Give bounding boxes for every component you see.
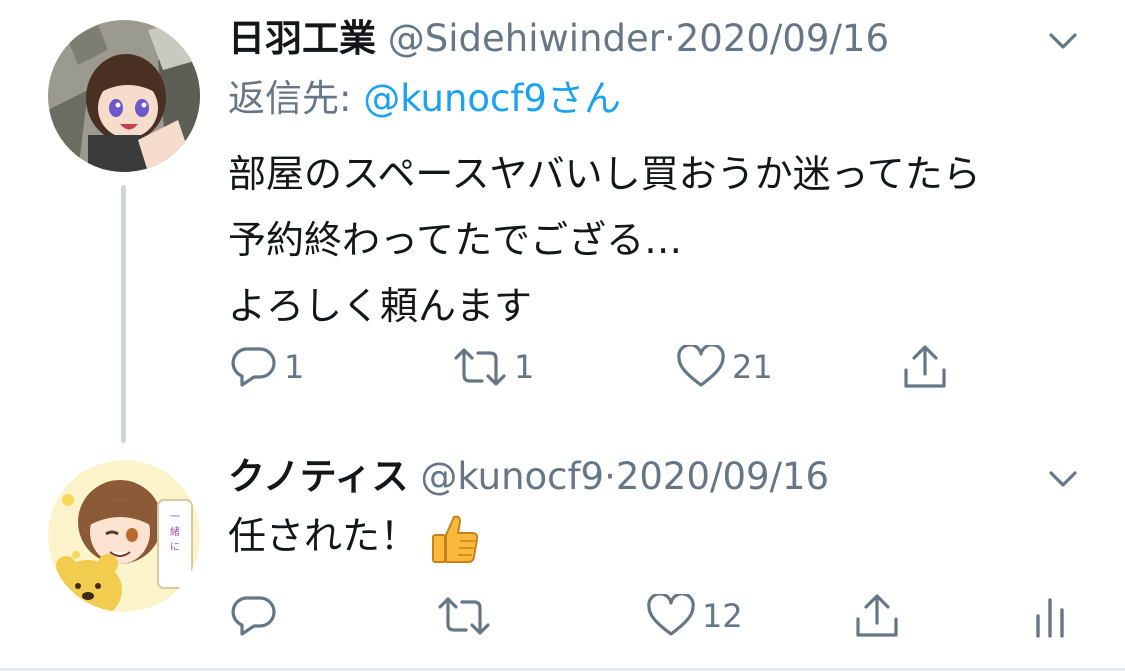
tweet-text-line: よろしく頼んます [228,284,533,328]
like-button[interactable]: 21 [676,345,773,389]
user-handle[interactable]: @Sidehiwinder [388,17,664,60]
retweet-icon [454,348,506,386]
tweet-header: クノティス @kunocf9·2020/09/16 [228,455,829,499]
tweet-text-line: 予約終わってたでござる… [228,218,683,262]
user-handle[interactable]: @kunocf9 [420,455,604,498]
tweet-text: 任された！ [228,508,480,565]
chevron-down-icon[interactable] [1043,26,1083,56]
heart-icon [647,594,695,636]
svg-text:に: に [170,541,180,553]
tweet-text-line: 部屋のスペースヤバいし買おうか迷ってたら [228,152,981,196]
like-count: 21 [732,348,773,386]
reply-button[interactable] [230,594,278,638]
separator-dot: · [663,17,676,60]
reply-icon [231,347,276,387]
tweet-date[interactable]: 2020/09/16 [676,17,889,60]
svg-text:一: 一 [170,512,180,523]
retweet-button[interactable]: 1 [452,345,534,389]
reply-to-label: 返信先: [228,77,352,120]
like-count: 12 [702,597,743,635]
tweet-date[interactable]: 2020/09/16 [616,455,829,498]
tweet-header: 日羽工業 @Sidehiwinder·2020/09/16 [228,17,889,61]
thread-connector-line [121,185,126,443]
heart-icon [677,345,725,387]
reply-to-user-link[interactable]: @kunocf9さん [363,77,621,120]
svg-text:緒: 緒 [170,525,180,538]
share-icon [904,345,946,388]
avatar-sidehiwinder[interactable] [48,20,200,172]
display-name[interactable]: クノティス [228,455,409,498]
chevron-down-icon[interactable] [1043,464,1083,494]
share-button[interactable] [900,344,950,390]
tweet-text-line: 任された！ [228,514,419,558]
like-button[interactable]: 12 [646,594,743,638]
share-button[interactable] [852,593,902,639]
reply-icon [231,596,276,636]
retweet-icon [438,597,490,635]
tweet-text: 部屋のスペースヤバいし買おうか迷ってたら 予約終わってたでござる… よろしく頼ん… [228,141,981,339]
retweet-count: 1 [514,348,535,386]
display-name[interactable]: 日羽工業 [228,17,376,60]
analytics-button[interactable] [1032,596,1068,638]
share-icon [856,594,898,637]
retweet-button[interactable] [436,594,492,638]
reply-button[interactable]: 1 [230,345,304,389]
reply-to-line: 返信先: @kunocf9さん [228,77,621,121]
avatar-kunocf9[interactable]: 一 緒 に [48,460,200,612]
thumbs-up-emoji [428,513,480,565]
separator-dot: · [604,455,616,498]
analytics-icon [1036,598,1064,638]
reply-count: 1 [284,348,305,386]
